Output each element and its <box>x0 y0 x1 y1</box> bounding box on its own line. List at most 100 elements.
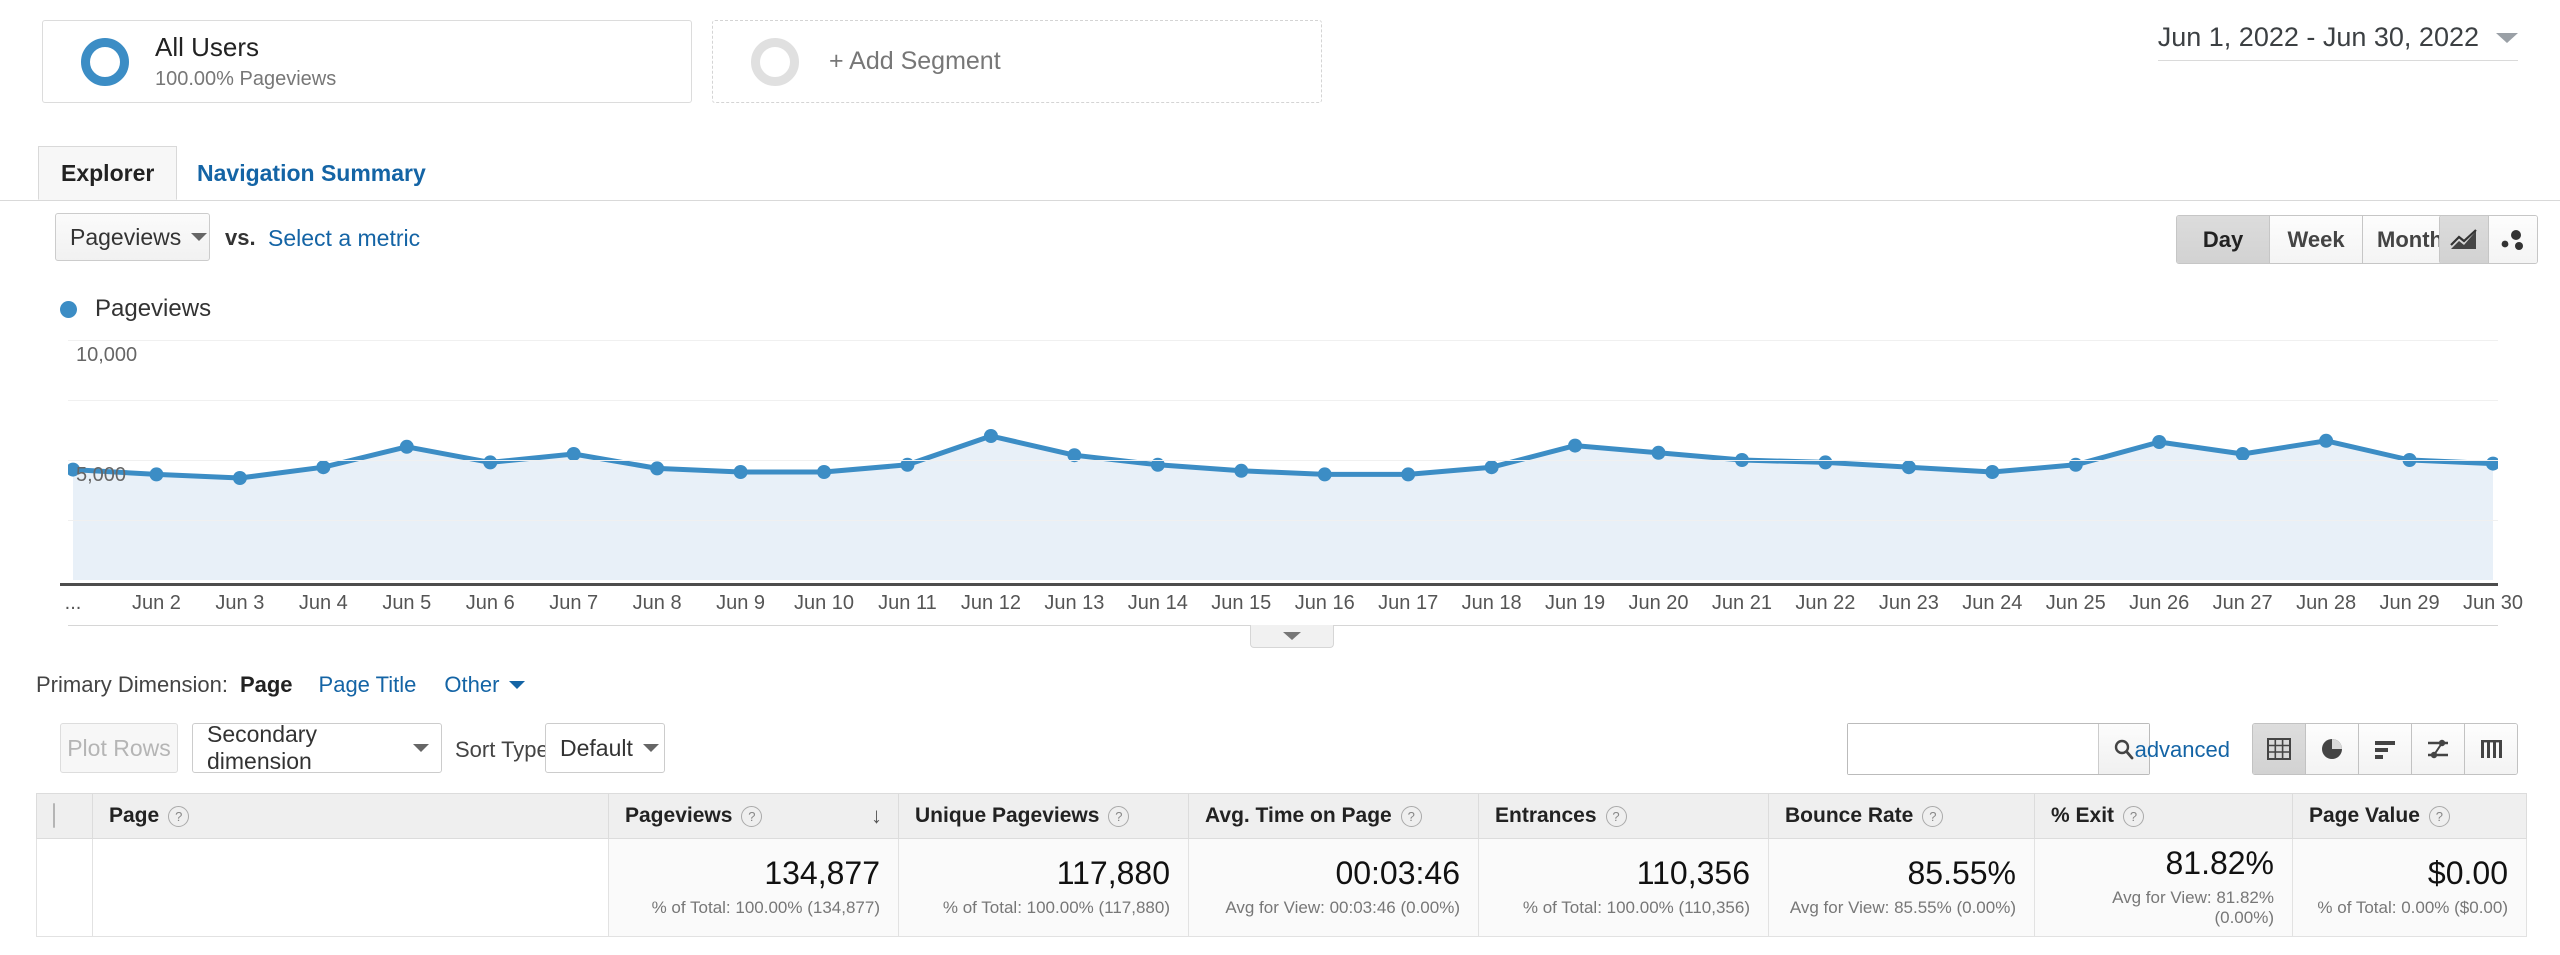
advanced-link[interactable]: advanced <box>2135 737 2230 763</box>
metric-dropdown-value: Pageviews <box>70 224 181 251</box>
metric-dropdown[interactable]: Pageviews <box>55 213 210 261</box>
sort-type-label: Sort Type: <box>455 737 555 763</box>
chart-data-point[interactable] <box>1318 467 1332 481</box>
chart-data-point[interactable] <box>734 465 748 479</box>
chart-data-point[interactable] <box>1652 446 1666 460</box>
chart-data-point[interactable] <box>1485 460 1499 474</box>
select-all-header[interactable] <box>37 794 93 839</box>
chart-data-point[interactable] <box>1401 467 1415 481</box>
x-axis-tick: Jun 7 <box>549 592 598 615</box>
google-analytics-pages-report: All Users 100.00% Pageviews + Add Segmen… <box>0 0 2560 955</box>
primary-dimension-row: Primary Dimension: Page Page Title Other <box>36 672 525 698</box>
column-header-page-value[interactable]: Page Value ? <box>2293 794 2527 839</box>
help-icon[interactable]: ? <box>1922 806 1943 827</box>
select-a-metric-link[interactable]: Select a metric <box>268 225 420 252</box>
column-header-bounce-rate[interactable]: Bounce Rate ? <box>1769 794 2035 839</box>
table-summary-row: 134,877 % of Total: 100.00% (134,877) 11… <box>37 839 2527 937</box>
pages-data-table: Page ? Pageviews ? ↓ Unique Pageviews ? <box>36 793 2527 937</box>
primary-dimension-page-title[interactable]: Page Title <box>319 672 417 698</box>
pivot-table-icon[interactable] <box>2465 724 2517 774</box>
column-label-bounce-rate: Bounce Rate <box>1785 804 1913 828</box>
metric-selector-row: Pageviews vs. Select a metric Day Week M… <box>0 205 2560 277</box>
chart-data-point[interactable] <box>567 447 581 461</box>
summary-entrances-value: 110,356 <box>1497 857 1750 891</box>
add-segment-button[interactable]: + Add Segment <box>712 20 1322 103</box>
help-icon[interactable]: ? <box>1108 806 1129 827</box>
help-icon[interactable]: ? <box>2429 806 2450 827</box>
gridline-2500 <box>68 520 2498 521</box>
x-axis-tick: Jun 30 <box>2463 592 2523 615</box>
select-all-checkbox[interactable] <box>53 803 55 828</box>
chart-data-point[interactable] <box>984 429 998 443</box>
granularity-toggle-group: Day Week Month <box>2176 215 2458 264</box>
x-axis-tick: Jun 25 <box>2046 592 2106 615</box>
primary-dimension-other-label: Other <box>444 672 499 698</box>
column-header-pageviews[interactable]: Pageviews ? ↓ <box>609 794 899 839</box>
column-header-unique-pageviews[interactable]: Unique Pageviews ? <box>899 794 1189 839</box>
column-header-entrances[interactable]: Entrances ? <box>1479 794 1769 839</box>
chart-data-point[interactable] <box>650 461 664 475</box>
x-axis-tick: Jun 12 <box>961 592 1021 615</box>
chart-data-point[interactable] <box>1902 460 1916 474</box>
x-axis-tick: Jun 2 <box>132 592 181 615</box>
summary-bounce-rate-cell: 85.55% Avg for View: 85.55% (0.00%) <box>1769 839 2035 937</box>
x-axis-tick: Jun 15 <box>1211 592 1271 615</box>
search-input[interactable] <box>1848 724 2098 774</box>
chart-data-point[interactable] <box>2152 435 2166 449</box>
column-header-page[interactable]: Page ? <box>93 794 609 839</box>
primary-dimension-other[interactable]: Other <box>444 672 525 698</box>
chart-data-point[interactable] <box>2319 434 2333 448</box>
primary-dimension-page[interactable]: Page <box>240 672 293 698</box>
chevron-down-icon <box>191 233 207 241</box>
motion-chart-icon[interactable] <box>2489 216 2537 263</box>
chart-data-point[interactable] <box>817 465 831 479</box>
chart-collapse-handle[interactable] <box>1250 625 1334 648</box>
column-label-pageviews: Pageviews <box>625 804 732 828</box>
summary-page-value-sub: % of Total: 0.00% ($0.00) <box>2311 898 2508 918</box>
segment-card-all-users[interactable]: All Users 100.00% Pageviews <box>42 20 692 103</box>
segment-bar: All Users 100.00% Pageviews + Add Segmen… <box>0 0 2560 146</box>
summary-entrances-sub: % of Total: 100.00% (110,356) <box>1497 898 1750 918</box>
y-axis-label-10000: 10,000 <box>76 344 137 367</box>
column-header-pct-exit[interactable]: % Exit ? <box>2035 794 2293 839</box>
chart-data-point[interactable] <box>233 471 247 485</box>
pie-chart-icon[interactable] <box>2306 724 2359 774</box>
granularity-day-button[interactable]: Day <box>2177 216 2270 263</box>
x-axis-tick: Jun 17 <box>1378 592 1438 615</box>
chart-data-point[interactable] <box>1234 464 1248 478</box>
chart-data-point[interactable] <box>483 455 497 469</box>
table-view-icon[interactable] <box>2253 724 2306 774</box>
comparison-icon[interactable] <box>2412 724 2465 774</box>
column-header-avg-time-on-page[interactable]: Avg. Time on Page ? <box>1189 794 1479 839</box>
column-label-page: Page <box>109 804 159 828</box>
plot-rows-button[interactable]: Plot Rows <box>60 723 178 773</box>
x-axis-tick: Jun 5 <box>382 592 431 615</box>
chart-data-point[interactable] <box>1985 465 1999 479</box>
x-axis-tick: Jun 28 <box>2296 592 2356 615</box>
bar-chart-icon[interactable] <box>2359 724 2412 774</box>
sort-type-dropdown[interactable]: Default <box>545 723 665 773</box>
x-axis-tick-ellipsis: ... <box>65 592 82 615</box>
chart-data-point[interactable] <box>400 440 414 454</box>
help-icon[interactable]: ? <box>1401 806 1422 827</box>
help-icon[interactable]: ? <box>2123 806 2144 827</box>
summary-pageviews-sub: % of Total: 100.00% (134,877) <box>627 898 880 918</box>
chart-data-point[interactable] <box>149 467 163 481</box>
help-icon[interactable]: ? <box>168 806 189 827</box>
secondary-dimension-dropdown[interactable]: Secondary dimension <box>192 723 442 773</box>
chart-area-fill <box>73 436 2493 580</box>
line-chart-icon[interactable] <box>2440 216 2489 263</box>
tab-explorer[interactable]: Explorer <box>38 146 177 200</box>
help-icon[interactable]: ? <box>1606 806 1627 827</box>
chart-data-point[interactable] <box>1568 439 1582 453</box>
chart-data-point[interactable] <box>2236 447 2250 461</box>
date-range-picker[interactable]: Jun 1, 2022 - Jun 30, 2022 <box>2158 22 2518 61</box>
tab-navigation-summary[interactable]: Navigation Summary <box>175 146 448 200</box>
table-header-row: Page ? Pageviews ? ↓ Unique Pageviews ? <box>37 794 2527 839</box>
pageviews-timeline-chart[interactable]: 10,000 5,000 <box>68 340 2498 580</box>
chart-data-point[interactable] <box>316 460 330 474</box>
summary-pct-exit-sub: Avg for View: 81.82% (0.00%) <box>2053 888 2274 928</box>
granularity-week-button[interactable]: Week <box>2270 216 2363 263</box>
chart-data-point[interactable] <box>1818 455 1832 469</box>
help-icon[interactable]: ? <box>741 806 762 827</box>
